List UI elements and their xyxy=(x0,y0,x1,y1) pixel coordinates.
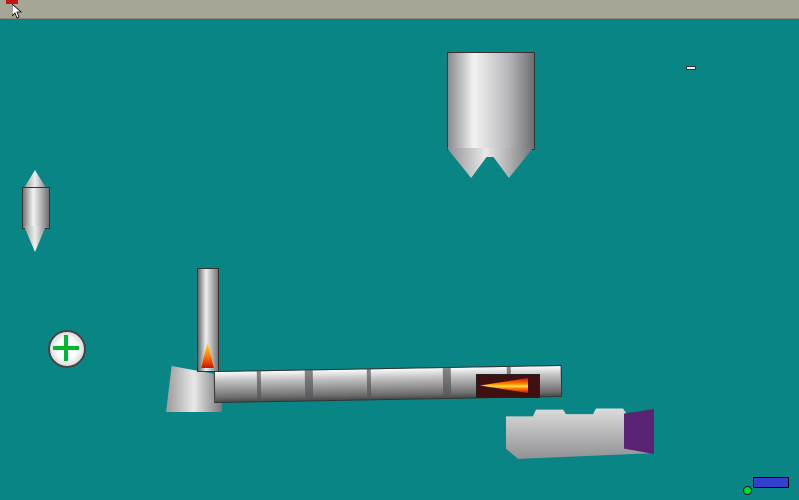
grate-speed-feedback xyxy=(743,477,795,488)
scada-window xyxy=(0,0,799,500)
grate-speed-value xyxy=(753,477,789,488)
raw-meal-silo xyxy=(447,52,535,150)
kiln-ring xyxy=(367,369,372,399)
kiln-tyre xyxy=(443,368,452,398)
stop-homogenization-button[interactable] xyxy=(686,66,696,70)
kiln-tyre xyxy=(305,370,314,400)
high-temp-fan xyxy=(48,330,86,368)
kiln-ring xyxy=(257,371,262,401)
clinker-discharge xyxy=(624,409,654,454)
homogenization-wheel xyxy=(549,45,645,141)
mouse-cursor xyxy=(12,4,24,20)
status-dot xyxy=(743,486,752,495)
pipe-network xyxy=(0,0,799,500)
humidifier-tower xyxy=(22,187,50,229)
